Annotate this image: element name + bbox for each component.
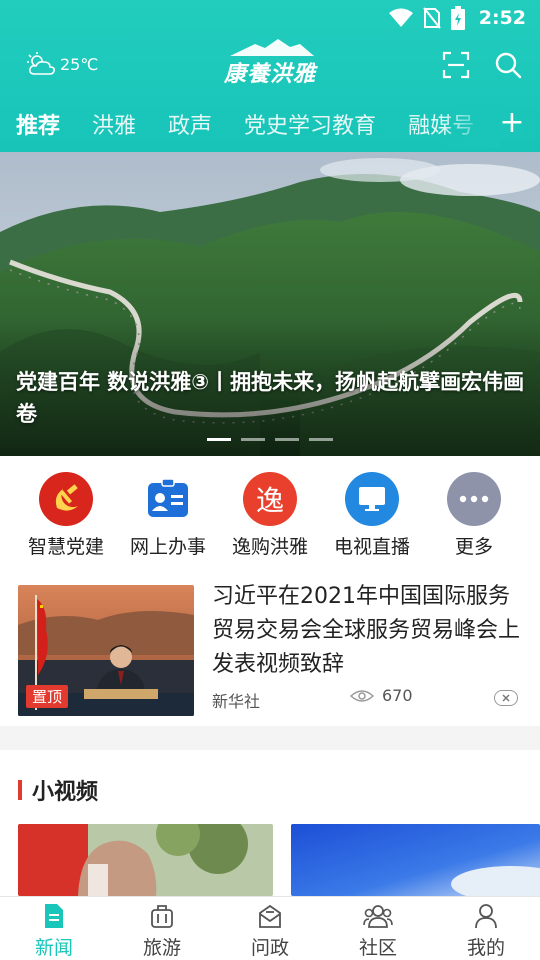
document-graphic (45, 904, 63, 928)
news-source: 新华社 (212, 692, 261, 711)
close-icon (502, 694, 510, 702)
search-icon (495, 52, 522, 79)
short-video-section: 小视频 (0, 750, 540, 896)
quick-link-label: 逸购洪雅 (231, 536, 308, 558)
banner-carousel[interactable]: 党建百年 数说洪雅③丨拥抱未来，扬帆起航擘画宏伟画卷 (0, 152, 540, 456)
nav-travel[interactable]: 旅游 (108, 903, 216, 960)
channel-tabs: 推荐洪雅政声党史学习教育融媒号 + (0, 104, 540, 148)
news-title: 习近平在2021年中国国际服务贸易交易会全球服务贸易峰会上发表视频致辞 (212, 584, 521, 677)
logo-text: 康養洪雅 (224, 61, 317, 87)
bottom-navigation: 新闻 旅游 问政 社区 我的 (0, 896, 540, 960)
pinned-badge: 置顶 (26, 685, 69, 708)
nav-community[interactable]: 社区 (324, 903, 432, 960)
luggage-icon (108, 903, 216, 929)
person-graphic (475, 904, 497, 929)
nav-news[interactable]: 新闻 (0, 903, 108, 960)
news-icon (0, 903, 108, 929)
video-card[interactable] (18, 824, 273, 896)
search-button[interactable] (493, 50, 523, 80)
video-card[interactable] (291, 824, 540, 896)
scan-button[interactable] (441, 50, 471, 80)
mail-icon (216, 903, 324, 929)
quick-link-tv-live[interactable]: 电视直播 (322, 472, 422, 559)
yi-char-icon: 逸 (243, 472, 297, 526)
no-sim-icon (422, 7, 441, 29)
profile-icon (432, 903, 540, 929)
partly-cloudy-icon (27, 52, 55, 75)
news-item[interactable]: 置顶 习近平在2021年中国国际服务贸易交易会全球服务贸易峰会上发表视频致辞 新… (0, 570, 540, 726)
community-icon (324, 903, 432, 929)
nav-inquiry[interactable]: 问政 (216, 903, 324, 960)
scan-icon (442, 51, 470, 79)
carousel-dot[interactable] (241, 438, 265, 441)
weather-widget[interactable]: 25℃ (26, 52, 98, 76)
view-count: 670 (382, 686, 413, 705)
status-icons: 2:52 (388, 6, 526, 30)
mail-graphic (259, 904, 281, 928)
quick-link-label: 电视直播 (333, 536, 410, 558)
tab-3[interactable]: 党史学习教育 (244, 108, 376, 140)
quick-link-online-service[interactable]: 网上办事 (118, 472, 218, 559)
mountain-logo-icon (230, 39, 314, 56)
nav-label: 社区 (358, 937, 397, 959)
people-graphic (363, 905, 393, 928)
eye-icon (350, 689, 374, 702)
section-title: 小视频 (32, 780, 99, 805)
quick-link-label: 更多 (454, 536, 493, 558)
quick-link-label: 智慧党建 (27, 536, 104, 558)
tab-1[interactable]: 洪雅 (92, 108, 136, 140)
add-channel-button[interactable]: + (498, 108, 526, 138)
status-bar: 2:52 (0, 0, 540, 36)
quick-link-yigou[interactable]: 逸 逸购洪雅 (220, 472, 320, 559)
nav-label: 我的 (466, 937, 505, 959)
dismiss-news-button[interactable] (494, 690, 518, 706)
tv-icon (345, 472, 399, 526)
quick-link-label: 网上办事 (129, 536, 206, 558)
app-logo: 康養洪雅 (220, 38, 320, 92)
news-thumbnail: 置顶 (18, 585, 194, 716)
nav-label: 新闻 (34, 937, 73, 959)
tab-2[interactable]: 政声 (168, 108, 212, 140)
tab-row: 推荐洪雅政声党史学习教育融媒号 (16, 108, 506, 140)
weather-temperature: 25℃ (60, 54, 99, 74)
battery-icon (450, 6, 465, 30)
nav-profile[interactable]: 我的 (432, 903, 540, 960)
status-time: 2:52 (478, 7, 526, 29)
tab-fade (440, 104, 500, 148)
carousel-dot[interactable] (275, 438, 299, 441)
hammer-sickle-icon (55, 484, 78, 511)
id-card-icon (141, 472, 195, 526)
luggage-graphic (151, 905, 173, 928)
yi-char: 逸 (255, 484, 284, 517)
dots-graphic (459, 495, 489, 503)
app-header: 2:52 25℃ 康養洪雅 推荐洪雅政声党史学习教育融媒号 (0, 0, 540, 152)
news-views: 670 (350, 686, 413, 705)
carousel-dot[interactable] (207, 438, 231, 441)
carousel-dot[interactable] (309, 438, 333, 441)
party-emblem-icon (39, 472, 93, 526)
quick-links: 智慧党建 网上办事 逸 逸购洪雅 电视直播 更多 (0, 456, 540, 570)
monitor-graphic (359, 487, 385, 511)
nav-label: 问政 (250, 937, 289, 959)
banner-title: 党建百年 数说洪雅③丨拥抱未来，扬帆起航擘画宏伟画卷 (16, 370, 525, 426)
video-thumbnail (291, 824, 540, 896)
carousel-dots (207, 438, 333, 441)
quick-link-smart-party[interactable]: 智慧党建 (16, 472, 116, 559)
wifi-icon (388, 8, 413, 27)
tab-0[interactable]: 推荐 (16, 108, 60, 140)
quick-link-more[interactable]: 更多 (424, 472, 524, 559)
more-dots-icon (447, 472, 501, 526)
video-thumbnail (18, 824, 273, 896)
section-accent-bar (18, 780, 22, 800)
id-card-graphic (148, 478, 188, 517)
nav-label: 旅游 (142, 937, 181, 959)
